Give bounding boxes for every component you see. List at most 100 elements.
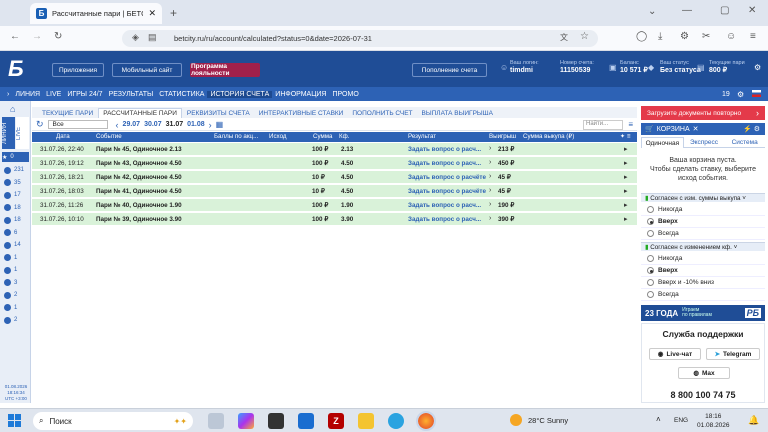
tab-deposit[interactable]: ПОПОЛНИТЬ СЧЕТ (348, 109, 416, 118)
status-select[interactable]: Все (47, 120, 108, 129)
sport-item[interactable]: 2 (4, 315, 30, 325)
telegram-app-icon[interactable] (388, 413, 404, 429)
expand-row-icon[interactable]: ▸ (624, 159, 628, 167)
favorites-item[interactable]: ★ 0 (2, 152, 29, 162)
col-points[interactable]: Баллы по акц... (214, 133, 258, 140)
pocket-icon[interactable]: ◯ (636, 31, 647, 42)
taskbar-clock[interactable]: 18:16 01.08.2026 (697, 412, 730, 430)
download-icon[interactable]: ⤓ (658, 31, 662, 42)
row-result[interactable]: Задать вопрос о расч... (408, 202, 481, 209)
row-result[interactable]: Задать вопрос о расчёте (408, 174, 486, 181)
sport-item[interactable]: 3 (4, 278, 30, 288)
table-row[interactable]: 31.07.26, 18:03 Пари № 41, Одиночное 4.50… (32, 185, 637, 198)
outlook-icon[interactable] (298, 413, 314, 429)
windows-start-icon[interactable] (8, 414, 21, 427)
font-size-icon[interactable]: 19 (722, 91, 730, 98)
sport-item[interactable]: 2 (4, 290, 30, 300)
address-bar[interactable]: betcity.ru/ru/account/calculated?status=… (122, 30, 598, 47)
translate-icon[interactable]: 文 (560, 32, 568, 43)
row-result[interactable]: Задать вопрос о расч... (408, 160, 481, 167)
sidebar-tab-live[interactable]: LIVE (16, 117, 29, 149)
nav-toggle-icon[interactable]: › (4, 91, 12, 98)
col-result[interactable]: Результат (408, 133, 436, 140)
maximize-icon[interactable]: ▢ (720, 5, 729, 16)
date-29[interactable]: 29.07 (123, 121, 141, 128)
rules-banner[interactable]: 23 ГОДА Играем по правилам РБ (641, 305, 765, 321)
nav-promo[interactable]: ПРОМО (330, 91, 362, 98)
forward-icon[interactable]: → (32, 31, 42, 42)
tab-withdraw[interactable]: ВЫПЛАТА ВЫИГРЫША (418, 109, 497, 118)
expand-row-icon[interactable]: ▸ (624, 145, 628, 153)
sport-item[interactable]: 1 (4, 265, 30, 275)
nav-line[interactable]: ЛИНИЯ (12, 91, 43, 98)
mobile-site-button[interactable]: Мобильный сайт (112, 63, 182, 77)
sport-item[interactable]: 35 (4, 178, 30, 188)
live-chat-button[interactable]: ◉ Live-чат (649, 348, 701, 360)
tab-current-bets[interactable]: ТЕКУЩИЕ ПАРИ (38, 109, 97, 118)
col-coef[interactable]: Кф. (339, 133, 349, 140)
sport-item[interactable]: 231 (4, 165, 30, 175)
app-icon[interactable] (358, 413, 374, 429)
tab-calculated-bets[interactable]: РАССЧИТАННЫЕ ПАРИ (98, 108, 182, 118)
tab-interactive-bets[interactable]: ИНТЕРАКТИВНЫЕ СТАВКИ (255, 109, 348, 118)
table-row[interactable]: 31.07.26, 22:40 Пари № 45, Одиночное 2.13… (32, 143, 637, 156)
betcity-logo[interactable]: Б (8, 57, 34, 81)
apps-button[interactable]: Приложения (52, 63, 104, 77)
minimize-icon[interactable]: — (682, 5, 692, 16)
prev-date-icon[interactable]: ‹ (116, 120, 119, 130)
new-tab-icon[interactable]: + (170, 6, 177, 20)
chevron-down-icon[interactable]: ˅ (734, 244, 738, 251)
col-sum[interactable]: Сумма (313, 133, 332, 140)
coef-always[interactable]: Всегда (641, 289, 765, 301)
coef-up[interactable]: Вверх (641, 265, 765, 277)
date-31[interactable]: 31.07 (166, 121, 184, 128)
expand-row-icon[interactable]: ▸ (624, 173, 628, 181)
filezilla-icon[interactable]: Z (328, 413, 344, 429)
next-date-icon[interactable]: › (209, 120, 212, 130)
tab-single[interactable]: Одиночная (641, 137, 684, 148)
table-row[interactable]: 31.07.26, 10:10 Пари № 39, Одиночное 3.90… (32, 213, 637, 226)
loyalty-button[interactable]: Программа лояльности (190, 63, 260, 77)
tab-express[interactable]: Экспресс (683, 137, 725, 148)
browser-tab[interactable]: Б Рассчитанные пари | БЕТСИТИ ✕ (30, 3, 162, 24)
tray-chevron-icon[interactable]: ˄ (656, 415, 661, 424)
expand-all-icon[interactable]: ✦ ≡ (620, 133, 631, 140)
expand-row-icon[interactable]: ▸ (624, 187, 628, 195)
tab-list-icon[interactable]: ⌄ (648, 6, 656, 17)
close-window-icon[interactable]: ✕ (748, 5, 756, 16)
files-icon[interactable] (268, 413, 284, 429)
close-tab-icon[interactable]: ✕ (148, 8, 156, 19)
cart-settings-icon[interactable]: ⚡ ⚙ (743, 125, 760, 133)
search-input[interactable]: Найти... (583, 120, 623, 130)
coef-never[interactable]: Никогда (641, 253, 765, 265)
sport-item[interactable]: 1 (4, 253, 30, 263)
lang-indicator[interactable]: ENG (674, 417, 688, 424)
col-outcome[interactable]: Исход (269, 133, 286, 140)
col-buyout[interactable]: Сумма выкупа (₽) (523, 133, 574, 140)
date-30[interactable]: 30.07 (144, 121, 162, 128)
nav-results[interactable]: РЕЗУЛЬТАТЫ (106, 91, 157, 98)
menu-icon[interactable]: ≡ (750, 31, 756, 42)
task-view-icon[interactable] (208, 413, 224, 429)
col-event[interactable]: Событие (96, 133, 122, 140)
calendar-icon[interactable]: ▦ (216, 120, 224, 129)
table-row[interactable]: 31.07.26, 19:12 Пари № 43, Одиночное 4.50… (32, 157, 637, 170)
buyout-always[interactable]: Всегда (641, 228, 765, 240)
firefox-icon[interactable] (416, 411, 436, 431)
deposit-button[interactable]: Пополнение счета (412, 63, 487, 77)
shield-icon[interactable]: ◈ (132, 32, 139, 43)
tab-system[interactable]: Система (724, 137, 766, 148)
table-row[interactable]: 31.07.26, 18:21 Пари № 42, Одиночное 4.50… (32, 171, 637, 184)
sport-item[interactable]: 1 (4, 303, 30, 313)
row-result[interactable]: Задать вопрос о расч... (408, 146, 481, 153)
sport-item[interactable]: 17 (4, 190, 30, 200)
tab-account-details[interactable]: РЕКВИЗИТЫ СЧЕТА (183, 109, 254, 118)
copilot-icon[interactable] (238, 413, 254, 429)
close-cart-icon[interactable]: ✕ (693, 125, 699, 133)
nav-live[interactable]: LIVE (43, 91, 64, 98)
weather-text[interactable]: 28°C Sunny (528, 416, 568, 425)
expand-row-icon[interactable]: ▸ (624, 215, 628, 223)
back-icon[interactable]: ← (10, 31, 20, 42)
sport-item[interactable]: 18 (4, 215, 30, 225)
notification-icon[interactable]: 🔔 (748, 415, 759, 426)
